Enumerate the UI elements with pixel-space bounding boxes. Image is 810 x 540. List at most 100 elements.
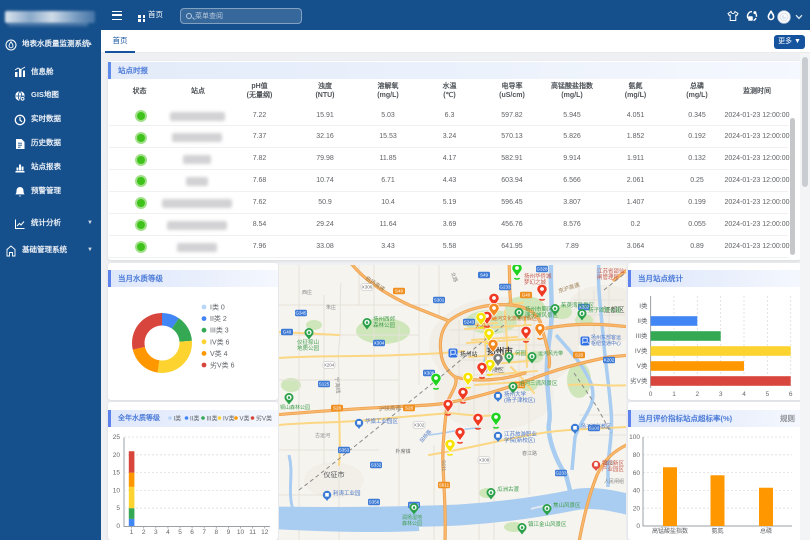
svg-text:1: 1 [130,529,134,536]
svg-text:X204: X204 [324,363,335,368]
svg-text:高锰酸盐指数: 高锰酸盐指数 [652,527,688,535]
svg-text:20: 20 [113,452,121,459]
svg-text:S49: S49 [480,273,489,278]
svg-text:S356: S356 [369,500,380,505]
svg-text:扬州站: 扬州站 [460,350,478,358]
svg-text:15: 15 [113,470,121,477]
svg-text:6: 6 [789,391,793,398]
svg-text:I类 0: I类 0 [210,303,225,312]
svg-text:扬州市蜀冈: 扬州市蜀冈 [525,305,553,313]
svg-text:S49: S49 [395,289,404,294]
svg-text:V类: V类 [240,414,250,422]
svg-text:10: 10 [237,529,245,536]
svg-text:镇江金山风景区: 镇江金山风景区 [528,520,567,528]
svg-text:镇江新区: 镇江新区 [602,459,625,467]
svg-text:25: 25 [113,434,121,441]
svg-text:瓜洲古渡: 瓜洲古渡 [497,485,520,493]
svg-text:III类: III类 [636,331,648,340]
svg-text:人民闸组: 人民闸组 [604,478,624,485]
svg-text:10: 10 [113,487,121,494]
svg-text:X308: X308 [479,458,490,463]
svg-text:(扬子津校区): (扬子津校区) [504,396,535,404]
svg-text:IV类: IV类 [223,414,235,422]
svg-text:2: 2 [695,391,699,398]
svg-text:12: 12 [261,529,269,536]
svg-text:学院(新校区): 学院(新校区) [504,436,535,444]
svg-text:3: 3 [154,529,158,536]
svg-text:总磷: 总磷 [760,527,772,535]
svg-text:润扬湿地: 润扬湿地 [402,514,422,521]
svg-text:V类: V类 [637,361,648,370]
svg-text:60: 60 [633,470,641,477]
svg-text:I类: I类 [639,301,648,310]
svg-text:G345: G345 [295,311,307,316]
svg-text:闸管理所: 闸管理所 [597,273,620,281]
svg-text:9: 9 [227,529,231,536]
svg-text:II类: II类 [637,316,648,325]
svg-text:20: 20 [633,505,641,512]
svg-text:5: 5 [765,391,769,398]
svg-text:S353: S353 [339,448,350,453]
svg-text:森林公园: 森林公园 [373,321,396,329]
svg-text:劣V类 6: 劣V类 6 [210,361,235,370]
svg-text:S125: S125 [319,382,330,387]
svg-text:0: 0 [649,391,653,398]
svg-text:IV类 6: IV类 6 [210,337,230,346]
svg-text:G328: G328 [536,267,548,272]
svg-text:2: 2 [142,529,146,536]
svg-text:0: 0 [116,523,120,530]
svg-text:仪征市: 仪征市 [324,470,345,479]
svg-text:何园: 何园 [515,349,527,357]
svg-text:III类 3: III类 3 [210,326,229,335]
svg-text:G40: G40 [283,330,292,335]
svg-text:S28: S28 [575,353,584,358]
svg-text:G233: G233 [499,285,511,290]
svg-text:40: 40 [633,488,641,495]
svg-text:4: 4 [166,529,170,536]
svg-text:扬子颂野公园: 扬子颂野公园 [588,306,622,314]
svg-text:K202: K202 [604,358,615,363]
svg-text:1: 1 [672,391,676,398]
svg-text:S611: S611 [440,460,446,472]
svg-text:扬州华侨城: 扬州华侨城 [524,272,552,280]
svg-text:劣V类: 劣V类 [630,376,648,385]
svg-text:江苏省邵仙: 江苏省邵仙 [597,267,625,275]
svg-text:朴席镇: 朴席镇 [395,448,410,455]
svg-text:地质公园: 地质公园 [297,344,320,352]
svg-text:产业园区: 产业园区 [602,465,625,473]
svg-text:7: 7 [202,529,206,536]
svg-text:I类: I类 [174,414,182,422]
svg-text:6: 6 [190,529,194,536]
svg-text:S611: S611 [439,483,450,488]
svg-text:劣V类: 劣V类 [256,414,272,422]
svg-text:5: 5 [116,505,120,512]
svg-text:利涛工业园: 利涛工业园 [333,489,361,497]
svg-text:IV类: IV类 [635,346,648,355]
svg-text:扬州西郊: 扬州西郊 [373,315,396,323]
svg-text:铜山森林公园: 铜山森林公园 [280,404,310,411]
svg-text:扬州东部客运: 扬州东部客运 [591,334,621,341]
svg-text:X304: X304 [374,341,385,346]
svg-text:4: 4 [742,391,746,398]
svg-text:5: 5 [178,529,182,536]
svg-text:III类: III类 [207,414,218,422]
svg-text:运河三湾风景区: 运河三湾风景区 [519,379,558,387]
svg-text:运河风光带: 运河风光带 [538,350,563,357]
svg-text:枢纽交通中心: 枢纽交通中心 [591,340,621,347]
svg-text:V类 4: V类 4 [210,349,228,358]
svg-text:S332: S332 [371,463,382,468]
svg-text:S28: S28 [333,406,342,411]
svg-text:森林公园: 森林公园 [402,520,422,527]
svg-text:11: 11 [249,529,256,536]
svg-text:100: 100 [629,434,640,441]
svg-text:华旗工业园区: 华旗工业园区 [365,417,399,425]
svg-text:80: 80 [633,452,641,459]
svg-text:X302: X302 [414,423,425,428]
svg-text:氨氮: 氨氮 [711,527,723,535]
svg-text:G233: G233 [555,471,567,476]
svg-text:S301: S301 [434,298,445,303]
svg-text:焦山风景区: 焦山风景区 [553,501,581,509]
svg-text:江苏旅游职业: 江苏旅游职业 [504,430,538,438]
svg-text:扬州大学: 扬州大学 [504,390,527,398]
svg-text:II类: II类 [190,414,199,422]
